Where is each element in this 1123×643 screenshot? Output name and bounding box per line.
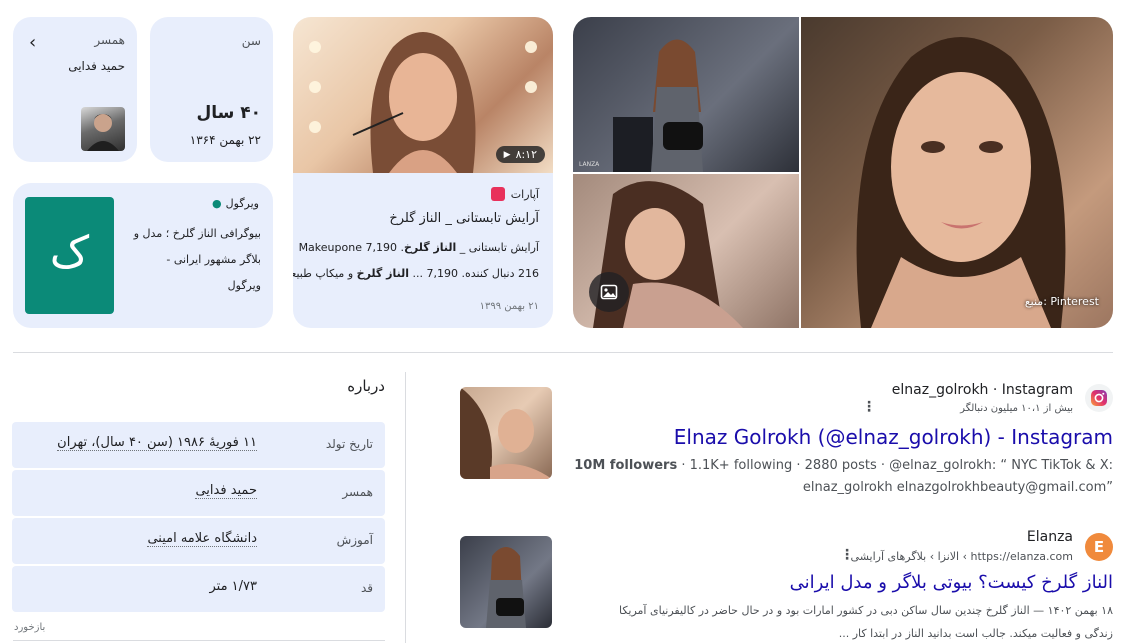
result-instagram-title[interactable]: Elnaz Golrokh (@elnaz_golrokh) - Instagr…: [674, 425, 1113, 449]
about-title: درباره: [347, 377, 385, 395]
about-vertical-divider: [405, 372, 406, 643]
video-snippet-1: آرایش تابستانی _ الناز گلرخ. Makeupone 7…: [298, 241, 539, 254]
play-icon: ▶: [503, 149, 511, 160]
virgool-text-1: بیوگرافی الناز گلرخ ؛ مدل و: [133, 227, 261, 240]
result-elanza-thumbnail[interactable]: [460, 536, 552, 628]
image-gallery[interactable]: LANZA منبع: Pinterest: [573, 17, 1113, 328]
spouse-card[interactable]: ‹ همسر حمید فدایی: [13, 17, 137, 162]
about-value-education[interactable]: دانشگاه علامه امینی: [147, 531, 257, 547]
result-elanza-snippet-1: ۱۸ بهمن ۱۴۰۲ — الناز گلرخ چندین سال ساکن…: [618, 604, 1113, 617]
section-divider: [13, 352, 1113, 353]
virgool-text-3: ویرگول: [227, 279, 261, 292]
result-elanza-meta[interactable]: https://elanza.com › الانزا › بلاگرهای آ…: [851, 550, 1073, 563]
instagram-favicon-icon: [1085, 384, 1113, 412]
result-instagram-snippet-1: 10M followers · 1.1K+ following · 2880 p…: [574, 458, 1113, 473]
about-row-birth: تاریخ تولد ۱۱ فوریهٔ ۱۹۸۶ (سن ۴۰ سال)، ت…: [12, 422, 385, 468]
video-card[interactable]: ▶ ۸:۱۲ آپارات آرایش تابستانی _ الناز گلر…: [293, 17, 553, 328]
video-thumbnail[interactable]: ▶ ۸:۱۲: [293, 17, 553, 173]
location-pin-icon: ●: [212, 197, 222, 210]
about-value-birth[interactable]: ۱۱ فوریهٔ ۱۹۸۶ (سن ۴۰ سال)، تهران: [57, 435, 257, 451]
virgool-logo-letter: ک: [49, 227, 90, 278]
result-elanza-title[interactable]: الناز گلرخ کیست؟ بیوتی بلاگر و مدل ایران…: [790, 572, 1113, 593]
about-row-height: قد ۱/۷۳ متر: [12, 566, 385, 612]
about-value-spouse[interactable]: حمید فدایی: [195, 483, 257, 499]
video-duration-badge: ▶ ۸:۱۲: [495, 146, 545, 163]
age-value: ۴۰ سال: [196, 103, 261, 123]
result-instagram-meta: بیش از ۱۰،۱ میلیون دنبالگر: [960, 403, 1073, 414]
aparat-favicon-icon: [490, 187, 505, 201]
gallery-image-icon[interactable]: [589, 272, 629, 312]
about-label-spouse: همسر: [342, 485, 373, 499]
about-feedback-link[interactable]: بازخورد: [14, 622, 45, 633]
video-snippet-2: 216 دنبال کننده. 7,190 ... الناز گلرخ و …: [293, 267, 539, 280]
gallery-credit: منبع: Pinterest: [1024, 295, 1099, 308]
virgool-card[interactable]: ک ● ویرگول بیوگرافی الناز گلرخ ؛ مدل و ب…: [13, 183, 273, 328]
video-duration: ۸:۱۲: [515, 148, 537, 161]
result-instagram-more-icon[interactable]: ⋮: [862, 399, 876, 415]
about-row-education: آموزش دانشگاه علامه امینی: [12, 518, 385, 564]
about-bottom-divider: [13, 640, 385, 641]
video-title[interactable]: آرایش تابستانی _ الناز گلرخ: [389, 211, 539, 226]
result-elanza-site[interactable]: Elanza: [1027, 529, 1073, 545]
result-instagram-snippet-2: elnaz_golrokh elnazgolrokhbeauty@gmail.c…: [802, 480, 1113, 495]
about-value-height: ۱/۷۳ متر: [209, 579, 257, 594]
age-card-title: سن: [241, 34, 261, 48]
gallery-watermark-1: LANZA: [579, 161, 600, 168]
video-source: آپارات: [510, 187, 539, 201]
about-label-education: آموزش: [336, 533, 373, 547]
result-instagram: elnaz_golrokh · Instagram بیش از ۱۰،۱ می…: [450, 375, 1123, 505]
gallery-image-main[interactable]: منبع: Pinterest: [801, 17, 1113, 328]
about-label-birth: تاریخ تولد: [325, 437, 373, 451]
age-card[interactable]: سن ۴۰ سال ۲۲ بهمن ۱۳۶۴: [150, 17, 273, 162]
virgool-source: ویرگول: [225, 197, 259, 210]
chevron-left-icon[interactable]: ‹: [29, 32, 36, 53]
elanza-favicon-icon: E: [1085, 533, 1113, 561]
virgool-text-2: بلاگر مشهور ایرانی -: [166, 253, 261, 266]
spouse-card-title: همسر: [94, 33, 125, 47]
spouse-avatar: [81, 107, 125, 151]
result-elanza-more-icon[interactable]: ⋮: [840, 547, 854, 563]
elanza-favicon-letter: E: [1093, 538, 1105, 556]
video-date: ۲۱ بهمن ۱۳۹۹: [479, 301, 539, 312]
about-label-height: قد: [360, 581, 373, 595]
gallery-image-1[interactable]: LANZA: [573, 17, 799, 172]
result-instagram-thumbnail[interactable]: [460, 387, 552, 479]
birth-date: ۲۲ بهمن ۱۳۶۴: [189, 133, 261, 147]
virgool-logo: ک: [25, 197, 114, 314]
result-elanza: E Elanza https://elanza.com › الانزا › ب…: [450, 522, 1123, 643]
gallery-image-2[interactable]: [573, 174, 799, 328]
result-elanza-snippet-2: زندگی و فعالیت میکند. جالب است بدانید ال…: [838, 627, 1113, 640]
spouse-name: حمید فدایی: [68, 59, 125, 73]
about-row-spouse: همسر حمید فدایی: [12, 470, 385, 516]
result-instagram-site[interactable]: elnaz_golrokh · Instagram: [892, 382, 1073, 398]
